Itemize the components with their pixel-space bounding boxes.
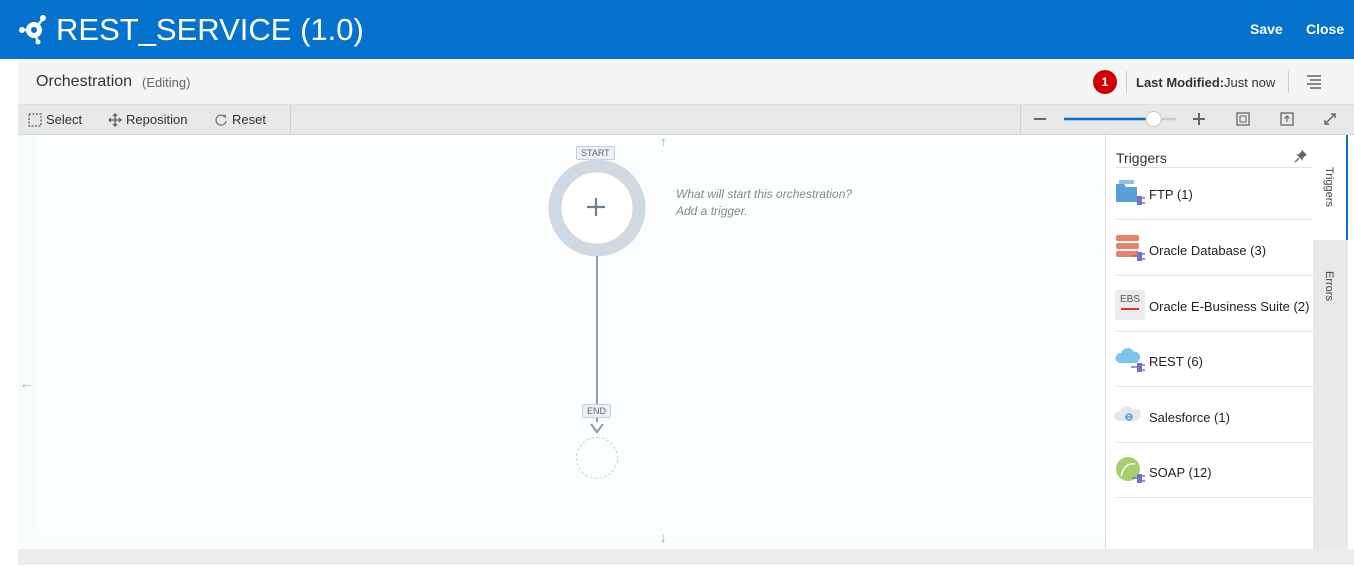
expand-icon[interactable] — [1322, 111, 1338, 127]
divider — [1116, 442, 1314, 443]
pin-icon[interactable] — [1294, 149, 1308, 163]
zoom-slider[interactable] — [1062, 111, 1178, 127]
soap-icon — [1116, 457, 1145, 483]
horizontal-scrollbar[interactable] — [18, 549, 1354, 565]
fit-to-screen-icon[interactable] — [1235, 111, 1251, 127]
ebs-icon-text: EBS — [1119, 294, 1140, 305]
trigger-item-soap[interactable]: SOAP (12) — [1106, 446, 1314, 501]
reset-tool-button[interactable]: Reset — [214, 110, 266, 129]
salesforce-icon — [1115, 406, 1141, 421]
trigger-hint-question: What will start this orchestration? — [676, 187, 853, 201]
triggers-panel: Triggers FTP (1) Oracle Database (3) EBS… — [1105, 135, 1314, 549]
end-node — [576, 437, 618, 479]
close-button[interactable]: Close — [1306, 21, 1344, 37]
trigger-item-ftp[interactable]: FTP (1) — [1106, 168, 1314, 223]
reset-label: Reset — [232, 112, 266, 127]
canvas-toolbar: Select Reposition Reset — [18, 105, 1354, 135]
menu-icon[interactable] — [1306, 74, 1322, 90]
tab-triggers[interactable]: Triggers — [1313, 135, 1348, 240]
trigger-item-oracle-database[interactable]: Oracle Database (3) — [1106, 224, 1314, 279]
divider — [1126, 71, 1127, 93]
trigger-label: Oracle Database (3) — [1149, 243, 1267, 258]
trigger-hint: What will start this orchestration? Add … — [676, 186, 852, 220]
trigger-label: SOAP (12) — [1149, 465, 1212, 480]
ebs-icon: EBS — [1115, 290, 1145, 320]
error-count-badge[interactable]: 1 — [1093, 70, 1117, 94]
orchestration-header: Orchestration (Editing) 1 Last Modified:… — [18, 59, 1354, 105]
export-icon[interactable] — [1279, 111, 1295, 127]
app-header: REST_SERVICE (1.0) Save Close — [0, 0, 1354, 59]
divider — [1116, 497, 1314, 498]
divider — [1116, 386, 1314, 387]
last-modified-value: Just now — [1224, 75, 1276, 90]
last-modified-label: Last Modified: — [1136, 75, 1225, 90]
integration-title: REST_SERVICE (1.0) — [56, 12, 364, 47]
select-icon — [28, 112, 42, 127]
select-tool-button[interactable]: Select — [28, 110, 82, 129]
database-icon — [1116, 235, 1145, 261]
flow-connector — [596, 256, 598, 422]
add-trigger-button[interactable] — [548, 159, 646, 257]
trigger-hint-instruction: Add a trigger. — [676, 204, 748, 218]
scroll-down-arrow-icon[interactable]: ↓ — [660, 530, 667, 545]
divider — [1116, 219, 1314, 220]
tab-errors-label: Errors — [1323, 271, 1335, 301]
reposition-tool-button[interactable]: Reposition — [108, 110, 187, 129]
editing-status: (Editing) — [142, 75, 191, 90]
panel-title: Triggers — [1116, 150, 1167, 166]
divider — [1288, 71, 1289, 93]
scroll-left-arrow-icon[interactable]: ← — [20, 376, 33, 391]
trigger-item-salesforce[interactable]: Salesforce (1) — [1106, 391, 1314, 446]
trigger-label: Oracle E-Business Suite (2) — [1149, 299, 1310, 314]
side-tabs: Triggers Errors — [1313, 135, 1348, 549]
ftp-icon — [1116, 180, 1145, 205]
end-node-label: END — [582, 404, 612, 418]
trigger-label: FTP (1) — [1149, 187, 1193, 202]
trigger-item-rest[interactable]: REST (6) — [1106, 335, 1314, 390]
zoom-out-icon[interactable] — [1032, 111, 1048, 127]
tab-triggers-label: Triggers — [1323, 167, 1335, 207]
trigger-item-oracle-ebs[interactable]: EBS Oracle E-Business Suite (2) — [1106, 280, 1314, 335]
zoom-slider-handle[interactable] — [1145, 111, 1162, 127]
divider — [1020, 105, 1021, 134]
page-title: Orchestration — [36, 73, 133, 90]
select-label: Select — [46, 112, 83, 127]
tab-errors[interactable]: Errors — [1313, 241, 1348, 346]
refresh-icon — [215, 113, 227, 126]
save-button[interactable]: Save — [1250, 21, 1283, 37]
trigger-label: REST (6) — [1149, 354, 1203, 369]
zoom-in-icon[interactable] — [1191, 111, 1207, 127]
divider — [1116, 275, 1314, 276]
scroll-up-arrow-icon[interactable]: ↑ — [660, 134, 667, 149]
rest-cloud-icon — [1115, 348, 1145, 372]
divider — [1116, 331, 1314, 332]
divider — [290, 105, 291, 134]
reposition-label: Reposition — [126, 112, 188, 127]
flow-arrow-icon — [590, 423, 604, 434]
trigger-label: Salesforce (1) — [1149, 410, 1230, 425]
start-node-label: START — [576, 146, 615, 160]
oracle-logo-icon — [1121, 308, 1139, 310]
move-icon — [108, 112, 122, 127]
integration-logo-icon — [19, 15, 46, 45]
